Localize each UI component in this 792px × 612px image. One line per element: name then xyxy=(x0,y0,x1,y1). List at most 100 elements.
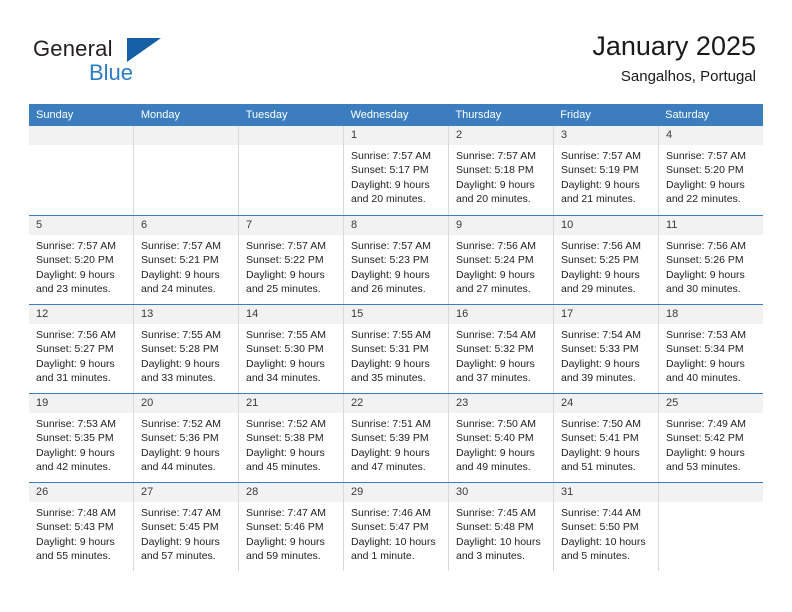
calendar-day-cell[interactable]: 18 Sunrise: 7:53 AM Sunset: 5:34 PM Dayligh… xyxy=(659,305,763,393)
day-number: 9 xyxy=(449,216,553,235)
calendar-day-cell[interactable]: 16 Sunrise: 7:54 AM Sunset: 5:32 PM Dayligh… xyxy=(449,305,554,393)
calendar-day-cell[interactable]: 12 Sunrise: 7:56 AM Sunset: 5:27 PM Dayligh… xyxy=(29,305,134,393)
sunrise-text: Sunrise: 7:57 AM xyxy=(141,240,221,252)
sunrise-text: Sunrise: 7:54 AM xyxy=(456,329,536,341)
calendar-day-cell[interactable]: 25 Sunrise: 7:49 AM Sunset: 5:42 PM Dayligh… xyxy=(659,394,763,482)
day-number: 22 xyxy=(344,394,448,413)
day-sun-info: Sunrise: 7:46 AM Sunset: 5:47 PM Daylight:… xyxy=(344,502,448,564)
calendar-day-cell[interactable]: 4 Sunrise: 7:57 AM Sunset: 5:20 PM Daylight… xyxy=(659,126,763,215)
sunset-text: Sunset: 5:21 PM xyxy=(141,254,219,267)
daylight-text: Daylight: 9 hours and 55 minutes. xyxy=(36,535,115,563)
sunrise-text: Sunrise: 7:49 AM xyxy=(666,418,746,430)
calendar-day-cell[interactable]: 15 Sunrise: 7:55 AM Sunset: 5:31 PM Dayligh… xyxy=(344,305,449,393)
calendar-day-cell[interactable]: 29 Sunrise: 7:46 AM Sunset: 5:47 PM Dayligh… xyxy=(344,483,449,571)
weekday-header-wednesday: Wednesday xyxy=(350,109,409,121)
calendar-day-cell[interactable]: 24 Sunrise: 7:50 AM Sunset: 5:41 PM Dayligh… xyxy=(554,394,659,482)
day-number: 12 xyxy=(29,305,133,324)
day-sun-info: Sunrise: 7:55 AM Sunset: 5:31 PM Daylight:… xyxy=(344,324,448,386)
calendar-weeks: 1 Sunrise: 7:57 AM Sunset: 5:17 PM Daylight… xyxy=(29,126,763,571)
calendar-day-cell[interactable]: 9 Sunrise: 7:56 AM Sunset: 5:24 PM Daylight… xyxy=(449,216,554,304)
calendar-day-cell[interactable]: 27 Sunrise: 7:47 AM Sunset: 5:45 PM Dayligh… xyxy=(134,483,239,571)
sunset-text: Sunset: 5:38 PM xyxy=(246,432,324,445)
calendar-day-cell[interactable]: 5 Sunrise: 7:57 AM Sunset: 5:20 PM Daylight… xyxy=(29,216,134,304)
day-number: 25 xyxy=(659,394,763,413)
daylight-text: Daylight: 9 hours and 35 minutes. xyxy=(351,357,430,385)
daylight-text: Daylight: 10 hours and 1 minute. xyxy=(351,535,436,563)
sunrise-text: Sunrise: 7:57 AM xyxy=(456,150,536,162)
weekday-header-row: Sunday Monday Tuesday Wednesday Thursday Frid… xyxy=(29,104,763,126)
day-sun-info: Sunrise: 7:50 AM Sunset: 5:40 PM Daylight:… xyxy=(449,413,553,475)
sunrise-text: Sunrise: 7:47 AM xyxy=(246,507,326,519)
day-sun-info: Sunrise: 7:56 AM Sunset: 5:24 PM Daylight:… xyxy=(449,235,553,297)
calendar-day-cell[interactable]: 3 Sunrise: 7:57 AM Sunset: 5:19 PM Daylight… xyxy=(554,126,659,215)
sunset-text: Sunset: 5:34 PM xyxy=(666,343,744,356)
daylight-text: Daylight: 9 hours and 30 minutes. xyxy=(666,268,745,296)
weekday-header-saturday: Saturday xyxy=(665,109,710,121)
calendar-day-cell[interactable]: 8 Sunrise: 7:57 AM Sunset: 5:23 PM Daylight… xyxy=(344,216,449,304)
sunset-text: Sunset: 5:48 PM xyxy=(456,521,534,534)
page-header: General Blue January 2025 Sangalhos, Por… xyxy=(0,0,792,100)
calendar-week-row: 26 Sunrise: 7:48 AM Sunset: 5:43 PM Dayligh… xyxy=(29,482,763,571)
sunrise-text: Sunrise: 7:54 AM xyxy=(561,329,641,341)
sunrise-text: Sunrise: 7:57 AM xyxy=(351,240,431,252)
calendar-day-cell[interactable]: 13 Sunrise: 7:55 AM Sunset: 5:28 PM Dayligh… xyxy=(134,305,239,393)
sunrise-text: Sunrise: 7:45 AM xyxy=(456,507,536,519)
day-number: 17 xyxy=(554,305,658,324)
daylight-text: Daylight: 9 hours and 33 minutes. xyxy=(141,357,220,385)
sunset-text: Sunset: 5:18 PM xyxy=(456,164,534,177)
day-sun-info: Sunrise: 7:57 AM Sunset: 5:20 PM Daylight:… xyxy=(29,235,133,297)
daylight-text: Daylight: 9 hours and 26 minutes. xyxy=(351,268,430,296)
calendar-day-cell[interactable]: 23 Sunrise: 7:50 AM Sunset: 5:40 PM Dayligh… xyxy=(449,394,554,482)
title-block: January 2025 Sangalhos, Portugal xyxy=(592,30,756,87)
daylight-text: Daylight: 9 hours and 57 minutes. xyxy=(141,535,220,563)
calendar-day-cell[interactable]: 21 Sunrise: 7:52 AM Sunset: 5:38 PM Dayligh… xyxy=(239,394,344,482)
calendar-day-cell[interactable]: 28 Sunrise: 7:47 AM Sunset: 5:46 PM Dayligh… xyxy=(239,483,344,571)
calendar-day-cell[interactable]: 30 Sunrise: 7:45 AM Sunset: 5:48 PM Dayligh… xyxy=(449,483,554,571)
sunset-text: Sunset: 5:42 PM xyxy=(666,432,744,445)
sunrise-text: Sunrise: 7:50 AM xyxy=(456,418,536,430)
calendar-day-cell[interactable]: 11 Sunrise: 7:56 AM Sunset: 5:26 PM Dayligh… xyxy=(659,216,763,304)
daylight-text: Daylight: 9 hours and 47 minutes. xyxy=(351,446,430,474)
day-sun-info: Sunrise: 7:57 AM Sunset: 5:17 PM Daylight:… xyxy=(344,145,448,207)
sunrise-text: Sunrise: 7:56 AM xyxy=(666,240,746,252)
sunset-text: Sunset: 5:20 PM xyxy=(666,164,744,177)
general-blue-logo[interactable]: General Blue xyxy=(33,36,253,88)
day-sun-info: Sunrise: 7:50 AM Sunset: 5:41 PM Daylight:… xyxy=(554,413,658,475)
day-sun-info: Sunrise: 7:55 AM Sunset: 5:28 PM Daylight:… xyxy=(134,324,238,386)
calendar-day-cell[interactable]: 19 Sunrise: 7:53 AM Sunset: 5:35 PM Dayligh… xyxy=(29,394,134,482)
calendar-day-cell[interactable]: 7 Sunrise: 7:57 AM Sunset: 5:22 PM Daylight… xyxy=(239,216,344,304)
calendar-day-cell[interactable]: 20 Sunrise: 7:52 AM Sunset: 5:36 PM Dayligh… xyxy=(134,394,239,482)
calendar-day-cell[interactable]: 6 Sunrise: 7:57 AM Sunset: 5:21 PM Daylight… xyxy=(134,216,239,304)
logo-text-blue: Blue xyxy=(89,60,134,85)
calendar-day-cell[interactable]: 26 Sunrise: 7:48 AM Sunset: 5:43 PM Dayligh… xyxy=(29,483,134,571)
calendar-day-cell[interactable]: 10 Sunrise: 7:56 AM Sunset: 5:25 PM Dayligh… xyxy=(554,216,659,304)
sunrise-text: Sunrise: 7:47 AM xyxy=(141,507,221,519)
day-number: 27 xyxy=(134,483,238,502)
calendar-day-cell[interactable]: 17 Sunrise: 7:54 AM Sunset: 5:33 PM Dayligh… xyxy=(554,305,659,393)
daylight-text: Daylight: 10 hours and 5 minutes. xyxy=(561,535,646,563)
daylight-text: Daylight: 9 hours and 42 minutes. xyxy=(36,446,115,474)
day-sun-info: Sunrise: 7:52 AM Sunset: 5:36 PM Daylight:… xyxy=(134,413,238,475)
daylight-text: Daylight: 10 hours and 3 minutes. xyxy=(456,535,541,563)
calendar-day-cell[interactable]: 2 Sunrise: 7:57 AM Sunset: 5:18 PM Daylight… xyxy=(449,126,554,215)
calendar-day-cell[interactable]: 22 Sunrise: 7:51 AM Sunset: 5:39 PM Dayligh… xyxy=(344,394,449,482)
daylight-text: Daylight: 9 hours and 24 minutes. xyxy=(141,268,220,296)
sunset-text: Sunset: 5:28 PM xyxy=(141,343,219,356)
calendar-day-cell[interactable]: 31 Sunrise: 7:44 AM Sunset: 5:50 PM Dayligh… xyxy=(554,483,659,571)
day-number xyxy=(29,126,133,145)
sunrise-text: Sunrise: 7:50 AM xyxy=(561,418,641,430)
calendar-page: General Blue January 2025 Sangalhos, Por… xyxy=(0,0,792,612)
calendar-day-cell[interactable]: 14 Sunrise: 7:55 AM Sunset: 5:30 PM Dayligh… xyxy=(239,305,344,393)
calendar-day-cell[interactable]: 1 Sunrise: 7:57 AM Sunset: 5:17 PM Daylight… xyxy=(344,126,449,215)
daylight-text: Daylight: 9 hours and 21 minutes. xyxy=(561,178,640,206)
sunrise-text: Sunrise: 7:57 AM xyxy=(36,240,116,252)
calendar-week-row: 1 Sunrise: 7:57 AM Sunset: 5:17 PM Daylight… xyxy=(29,126,763,215)
sunrise-text: Sunrise: 7:53 AM xyxy=(36,418,116,430)
sunrise-text: Sunrise: 7:57 AM xyxy=(561,150,641,162)
calendar-day-cell-empty xyxy=(29,126,134,215)
day-number: 15 xyxy=(344,305,448,324)
sunrise-text: Sunrise: 7:55 AM xyxy=(351,329,431,341)
day-sun-info: Sunrise: 7:54 AM Sunset: 5:33 PM Daylight:… xyxy=(554,324,658,386)
sunrise-text: Sunrise: 7:57 AM xyxy=(351,150,431,162)
day-number: 2 xyxy=(449,126,553,145)
